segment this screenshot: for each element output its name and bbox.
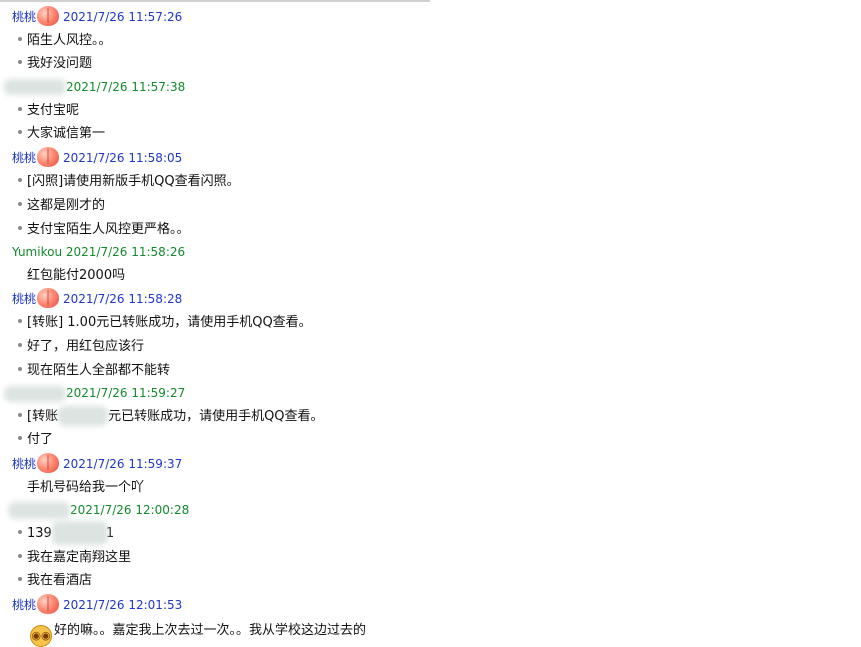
- message-text: 我好没问题: [27, 56, 93, 71]
- peach-emoji-icon: [37, 6, 60, 26]
- bullet-icon: [18, 343, 22, 347]
- bullet-icon: [18, 130, 22, 134]
- bullet-icon: [18, 60, 22, 64]
- message-text: [闪照]请使用新版手机QQ查看闪照。: [27, 174, 240, 189]
- message-header: 2021/7/26 11:57:38: [0, 76, 861, 98]
- message-header: 桃桃 2021/7/26 11:59:37: [0, 453, 861, 475]
- message-text: 好的嘛。。嘉定我上次去过一次。。我从学校这边过去的: [54, 623, 367, 638]
- peach-emoji-icon: [37, 288, 60, 308]
- message-line: 好了，用红包应该行: [0, 336, 861, 358]
- message-text: 大家诚信第一: [27, 126, 106, 141]
- sender-name: 桃桃: [12, 292, 37, 306]
- bullet-icon: [18, 226, 22, 230]
- message-line: 陌生人风控。。: [0, 30, 861, 52]
- message-line: 139 1: [0, 523, 861, 545]
- timestamp: 2021/7/26 11:57:26: [63, 10, 183, 24]
- message-line: 大家诚信第一: [0, 123, 861, 145]
- message-line: 我在看酒店: [0, 570, 861, 592]
- message-text: 我在嘉定南翔这里: [27, 550, 132, 565]
- bullet-icon: [18, 436, 22, 440]
- message-text: 139: [27, 526, 52, 541]
- message-line: ◉◉ 好的嘛。。嘉定我上次去过一次。。我从学校这边过去的: [0, 620, 861, 647]
- peach-emoji-icon: [37, 147, 60, 167]
- message-line: 现在陌生人全部都不能转: [0, 360, 861, 382]
- redacted-name-blur: [4, 386, 66, 402]
- message-text: 手机号码给我一个吖: [27, 480, 145, 495]
- peach-emoji-icon: [37, 453, 60, 473]
- sender-name: 桃桃: [12, 151, 37, 165]
- bullet-icon: [18, 530, 22, 534]
- message-line: 红包能付2000吗: [0, 265, 861, 287]
- sender-name: 桃桃: [12, 10, 37, 24]
- message-line: 支付宝陌生人风控更严格。。: [0, 219, 861, 241]
- message-line: 付了: [0, 429, 861, 451]
- redacted-amount-blur: [58, 406, 108, 426]
- message-text: [转账: [27, 409, 59, 424]
- message-header: 桃桃 2021/7/26 11:57:26: [0, 6, 861, 28]
- message-text: 支付宝呢: [27, 103, 80, 118]
- bullet-icon: [18, 107, 22, 111]
- message-text: 好了，用红包应该行: [27, 339, 145, 354]
- timestamp: 2021/7/26 12:01:53: [63, 598, 183, 612]
- timestamp: 2021/7/26 11:57:38: [66, 80, 186, 94]
- message-line: 我好没问题: [0, 53, 861, 75]
- chat-log[interactable]: 桃桃 2021/7/26 11:57:26 陌生人风控。。 我好没问题 2021/…: [0, 0, 861, 647]
- message-header: Yumikou 2021/7/26 11:58:26: [0, 241, 861, 263]
- bullet-icon: [18, 367, 22, 371]
- message-line: 这都是刚才的: [0, 195, 861, 217]
- message-line: [闪照]请使用新版手机QQ查看闪照。: [0, 171, 861, 193]
- message-text: 我在看酒店: [27, 573, 93, 588]
- sender-name: 桃桃: [12, 598, 37, 612]
- surprised-face-emoji-icon: ◉◉: [30, 625, 52, 647]
- bullet-icon: [18, 577, 22, 581]
- message-header: 2021/7/26 11:59:27: [0, 382, 861, 404]
- bullet-icon: [18, 319, 22, 323]
- timestamp: 2021/7/26 11:58:26: [65, 245, 186, 259]
- message-header: 2021/7/26 12:00:28: [0, 499, 861, 521]
- message-text: 元已转账成功，请使用手机QQ查看。: [108, 409, 324, 424]
- redacted-phone-blur: [52, 521, 108, 545]
- timestamp: 2021/7/26 11:58:05: [63, 151, 183, 165]
- redacted-name-blur: [8, 502, 70, 519]
- sender-name: 桃桃: [12, 457, 37, 471]
- redacted-name-blur: [4, 79, 66, 95]
- message-header: 桃桃 2021/7/26 11:58:28: [0, 288, 861, 310]
- message-header: 桃桃 2021/7/26 11:58:05: [0, 147, 861, 169]
- message-text: 红包能付2000吗: [27, 268, 126, 283]
- message-line: [转账] 1.00元已转账成功，请使用手机QQ查看。: [0, 312, 861, 334]
- message-line: [转账 元已转账成功，请使用手机QQ查看。: [0, 406, 861, 428]
- message-text: [转账] 1.00元已转账成功，请使用手机QQ查看。: [27, 315, 312, 330]
- message-text: 这都是刚才的: [27, 198, 106, 213]
- bullet-icon: [18, 37, 22, 41]
- message-line: 支付宝呢: [0, 100, 861, 122]
- sender-name: Yumikou: [12, 245, 63, 259]
- message-text: 支付宝陌生人风控更严格。。: [27, 222, 190, 237]
- message-line: 手机号码给我一个吖: [0, 477, 861, 499]
- peach-emoji-icon: [37, 594, 60, 614]
- timestamp: 2021/7/26 11:58:28: [63, 292, 183, 306]
- timestamp: 2021/7/26 12:00:28: [70, 503, 190, 517]
- message-line: 我在嘉定南翔这里: [0, 547, 861, 569]
- bullet-icon: [18, 413, 22, 417]
- bullet-icon: [18, 178, 22, 182]
- bullet-icon: [18, 554, 22, 558]
- timestamp: 2021/7/26 11:59:27: [66, 386, 186, 400]
- message-text: 付了: [27, 432, 54, 447]
- message-text: 陌生人风控。。: [27, 33, 112, 48]
- timestamp: 2021/7/26 11:59:37: [63, 457, 183, 471]
- bullet-icon: [18, 202, 22, 206]
- message-text: 现在陌生人全部都不能转: [27, 363, 171, 378]
- message-header: 桃桃 2021/7/26 12:01:53: [0, 594, 861, 616]
